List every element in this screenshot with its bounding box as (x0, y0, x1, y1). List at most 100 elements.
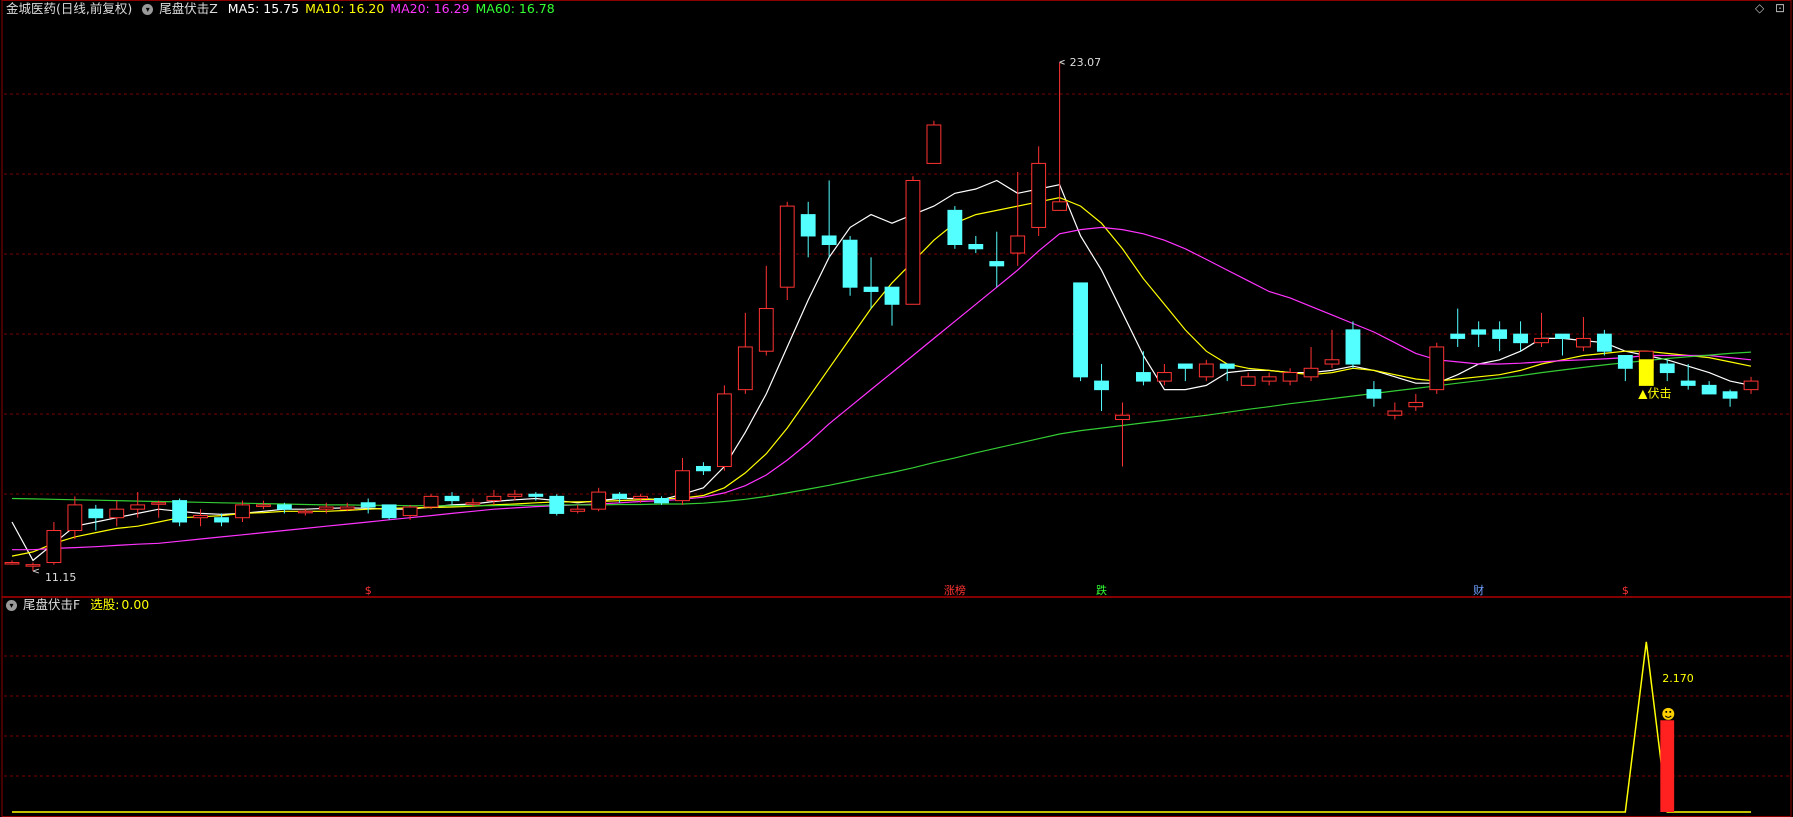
candle-body (1701, 384, 1717, 395)
candle-body (318, 506, 334, 510)
candle-body (1136, 372, 1151, 382)
smiley-icon (1662, 707, 1675, 720)
candle-body (549, 495, 565, 514)
collapse-icon[interactable]: ▾ (142, 4, 154, 15)
candle (1534, 312, 1549, 347)
candle-body (402, 506, 418, 517)
candle (1324, 329, 1340, 369)
smiley-eye (1669, 710, 1672, 713)
candle (172, 498, 188, 527)
candle-body (779, 205, 795, 288)
candle (1261, 372, 1277, 386)
candle (1387, 402, 1403, 420)
candle-body (1450, 333, 1466, 339)
candle-body (1261, 376, 1277, 382)
stock-name: 金城医药 (6, 1, 57, 16)
candle (1408, 393, 1424, 411)
candle-body (4, 562, 20, 565)
window-icon[interactable]: ⊡ (1775, 1, 1785, 15)
candle-body (1576, 337, 1591, 348)
event-marker: 跌 (1096, 583, 1107, 597)
candle-body (1198, 363, 1214, 378)
candle-body (1073, 282, 1088, 378)
candle (67, 496, 83, 540)
candle-body (612, 493, 628, 499)
candle-body (926, 124, 942, 164)
ma-line-ma10 (11, 196, 1752, 557)
candle-body (507, 493, 523, 497)
candle-body (1115, 414, 1130, 421)
candle-body (46, 530, 62, 564)
candle-body (800, 214, 816, 237)
candle (1115, 402, 1130, 467)
candle-body (1156, 372, 1172, 382)
candle (1282, 368, 1298, 386)
signal-label: ▲伏击 (1638, 386, 1671, 400)
ma-value-ma10: MA10: 16.20 (305, 1, 385, 16)
candle-body (968, 244, 984, 250)
signal-volume-bar (1660, 720, 1675, 812)
candle-body (884, 286, 900, 305)
candle (675, 457, 690, 505)
candle (842, 235, 858, 296)
candle-body (1617, 354, 1633, 369)
peak-label: 2.170 (1662, 672, 1694, 685)
period-label: (日线,前复权) (56, 1, 133, 16)
candle (1240, 372, 1256, 386)
high-label: 23.07 (1070, 56, 1102, 69)
candle-body (172, 500, 188, 523)
candle (256, 500, 271, 510)
candle (1450, 308, 1466, 347)
candle-body (1345, 329, 1361, 365)
candle-body (696, 465, 711, 472)
sub-indicator-name[interactable]: 尾盘伏击F (23, 597, 80, 612)
candle-body (486, 495, 502, 502)
main-header: 金城医药(日线,前复权) ▾ 尾盘伏击Z MA5: 15.75 MA10: 16.2… (6, 1, 567, 17)
candle-body (88, 508, 104, 519)
candle (1010, 171, 1026, 266)
candle (821, 180, 837, 258)
candle-body (570, 508, 586, 512)
candle-body (675, 470, 690, 502)
candle (1492, 321, 1508, 352)
candle (1198, 359, 1214, 382)
candle-body (1303, 367, 1319, 378)
candle-body (863, 286, 879, 292)
main-indicator-name[interactable]: 尾盘伏击Z (159, 1, 218, 16)
high-pointer (1059, 59, 1065, 65)
event-marker: $ (1622, 584, 1629, 597)
candle-body (444, 495, 460, 502)
candle-body (758, 308, 774, 352)
sub-header: ▾ 尾盘伏击F 选股: 0.00 (6, 597, 155, 613)
candle (46, 521, 62, 565)
candle (779, 201, 795, 300)
candle-body (905, 179, 921, 305)
candle (381, 504, 397, 520)
candle (1659, 359, 1675, 382)
candle-body (1240, 376, 1256, 386)
candle-body (737, 346, 753, 391)
candle-body (1366, 389, 1382, 399)
candle-body (1534, 337, 1549, 344)
diamond-icon[interactable]: ◇ (1755, 1, 1764, 15)
candle (1555, 333, 1570, 356)
candle (926, 120, 942, 164)
candle-body (25, 564, 41, 567)
candle (1701, 381, 1717, 395)
candle (549, 494, 565, 516)
ma-values: MA5: 15.75 MA10: 16.20 MA20: 16.29 MA60: 16… (228, 1, 561, 16)
low-label: 11.15 (45, 571, 76, 584)
candle (1743, 376, 1759, 394)
candle-body (1513, 333, 1528, 344)
candle (4, 560, 20, 565)
candle-body (1387, 410, 1403, 416)
candle-body (1680, 380, 1696, 386)
candle-body (989, 261, 1005, 267)
collapse-icon[interactable]: ▾ (6, 600, 17, 611)
candle-body (1743, 380, 1759, 391)
candle-body (821, 235, 837, 246)
chart-frame (1, 0, 1792, 817)
candle (1031, 146, 1047, 236)
candle-body (67, 504, 83, 532)
candle-body (109, 508, 125, 519)
